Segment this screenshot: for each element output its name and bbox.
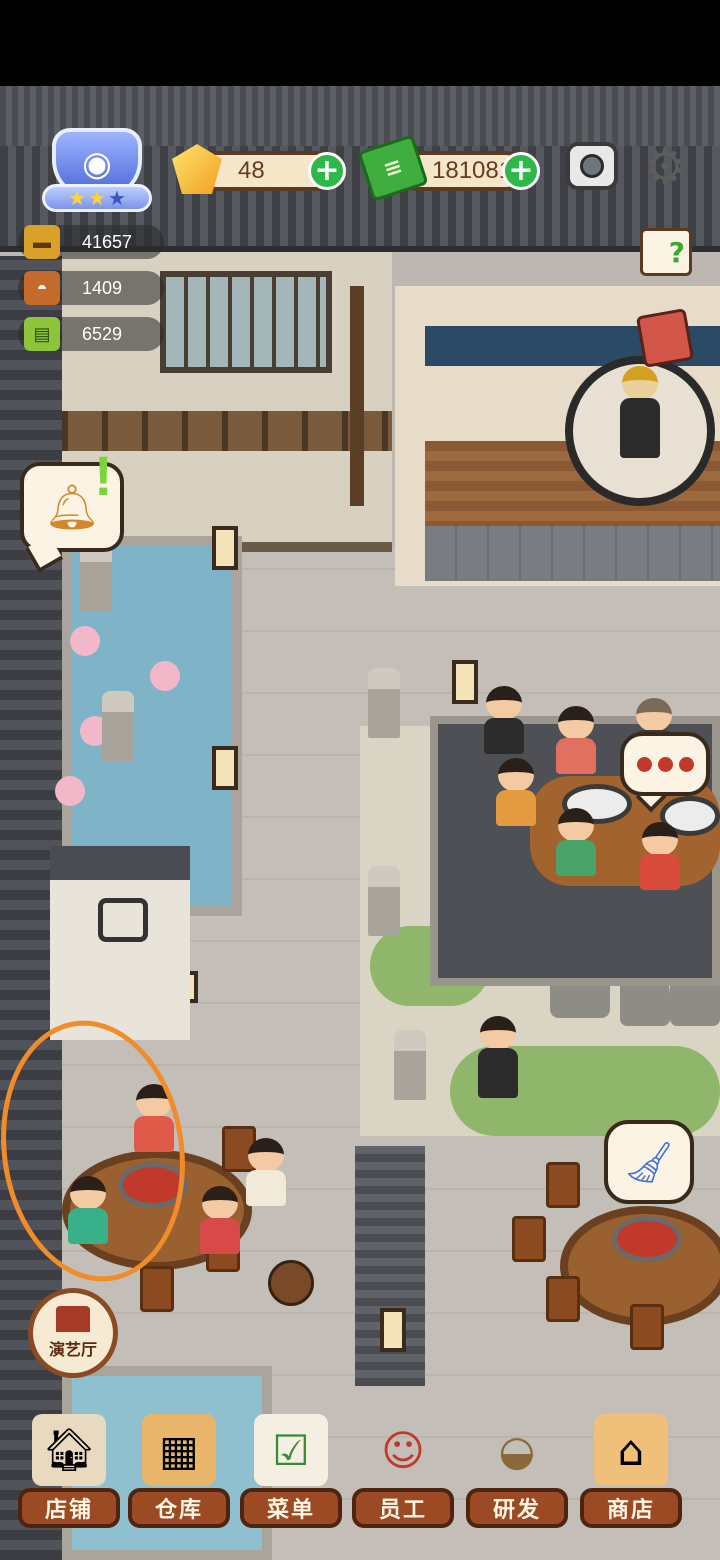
nav-label: 仓库 (128, 1488, 230, 1528)
nav-warehouse[interactable]: ▦ 仓库 (124, 1410, 234, 1530)
nav-label: 店铺 (18, 1488, 120, 1528)
pot-icon: ▬ (24, 225, 60, 259)
customer[interactable] (200, 1186, 240, 1256)
plus-icon: + (314, 153, 340, 188)
stone-lantern (102, 691, 134, 761)
stat-dish-count: ◓ 1409 (18, 271, 164, 305)
nav-label: 研发 (466, 1488, 568, 1528)
camera-icon (580, 154, 604, 178)
opera-performer[interactable] (620, 366, 660, 458)
bottom-navigation: 🏠︎ 店铺 ▦ 仓库 ☑ 菜单 ☺ 员工 ◒ 研发 ⌂ 商店 (0, 1410, 720, 1534)
guide-book-icon: ? (668, 235, 685, 269)
nav-shop[interactable]: 🏠︎ 店铺 (14, 1410, 124, 1530)
lotus-flower (70, 626, 100, 656)
nav-label: 商店 (580, 1488, 682, 1528)
small-gatehouse (50, 846, 190, 1040)
cloche-icon: ◓ (24, 271, 60, 305)
wooden-chair (546, 1276, 580, 1322)
settings-button[interactable]: ⚙ (640, 142, 690, 192)
nav-menu[interactable]: ☑ 菜单 (236, 1410, 346, 1530)
broom-icon: 🧹︎ (623, 1139, 675, 1186)
customer[interactable] (246, 1138, 286, 1208)
stage-base-wall (425, 526, 720, 581)
customer-chat-bubble[interactable] (620, 732, 710, 796)
wooden-chair (546, 1162, 580, 1208)
nav-label: 员工 (352, 1488, 454, 1528)
chat-dot (678, 756, 694, 772)
customer[interactable] (640, 822, 680, 892)
theater-button[interactable]: 演艺厅 (28, 1288, 118, 1378)
hexagonal-window (98, 898, 148, 942)
customer[interactable] (556, 808, 596, 878)
waiter[interactable] (484, 686, 524, 756)
gear-icon: ⚙ (643, 139, 687, 195)
shop-building-icon: 🏠︎ (32, 1414, 106, 1486)
stat-pot-count: ▬ 41657 (18, 225, 164, 259)
lattice-window (160, 271, 332, 373)
alert-mark: ! (94, 444, 113, 507)
wooden-pillar (350, 286, 364, 506)
camera-button[interactable] (566, 142, 618, 190)
chat-dot (657, 756, 673, 772)
restaurant-rank-badge[interactable]: ◉ ★ ★ ★ (34, 128, 160, 214)
star-filled-icon: ★ (68, 186, 87, 210)
warehouse-boxes-icon: ▦ (142, 1414, 216, 1486)
stat-value: 6529 (82, 323, 123, 344)
cash-count: 181081 (432, 157, 513, 184)
wooden-chair (630, 1304, 664, 1350)
lantern (452, 660, 478, 704)
add-cash-button[interactable]: + (502, 152, 540, 190)
guide-button[interactable]: ? (640, 228, 692, 276)
lantern (212, 746, 238, 790)
stone-lantern (368, 668, 400, 738)
wooden-chair (140, 1266, 174, 1312)
stat-value: 41657 (82, 231, 133, 252)
staff-chef-icon: ☺ (381, 1425, 425, 1475)
nav-store[interactable]: ⌂ 商店 (576, 1410, 686, 1530)
nav-label: 菜单 (240, 1488, 342, 1528)
nav-staff[interactable]: ☺ 员工 (348, 1410, 458, 1530)
side-dish-stand (268, 1260, 314, 1306)
journal-button[interactable] (635, 308, 695, 368)
research-wok-icon: ◒ (498, 1425, 536, 1475)
gem-count: 48 (238, 157, 265, 184)
lotus-flower (55, 776, 85, 806)
store-stall-icon: ⌂ (594, 1414, 668, 1486)
menu-clipboard-icon: ☑ (254, 1414, 328, 1486)
customer[interactable] (496, 758, 536, 828)
stat-recipe-count: ▤ 6529 (18, 317, 164, 351)
lantern (380, 1308, 406, 1352)
nav-research[interactable]: ◒ 研发 (462, 1410, 572, 1530)
rank-stars: ★ ★ ★ (42, 184, 152, 212)
theater-icon (56, 1306, 90, 1332)
add-gems-button[interactable]: + (308, 152, 346, 190)
lotus-flower (150, 661, 180, 691)
star-empty-icon: ★ (107, 186, 126, 210)
wooden-chair (512, 1216, 546, 1262)
lantern (212, 526, 238, 570)
bell-icon: 🔔︎ (44, 482, 100, 533)
customer[interactable] (556, 706, 596, 776)
plus-icon: + (508, 153, 534, 188)
stone-lantern (368, 866, 400, 936)
stone-lantern (394, 1030, 426, 1100)
clean-table-bubble[interactable]: 🧹︎ (604, 1120, 694, 1204)
stat-value: 1409 (82, 277, 123, 298)
theater-label: 演艺厅 (48, 1340, 97, 1359)
star-filled-icon: ★ (88, 186, 106, 210)
hotpot (612, 1216, 682, 1262)
chat-dot (636, 756, 652, 772)
recipe-book-icon: ▤ (24, 317, 60, 351)
waiter[interactable] (478, 1016, 518, 1098)
